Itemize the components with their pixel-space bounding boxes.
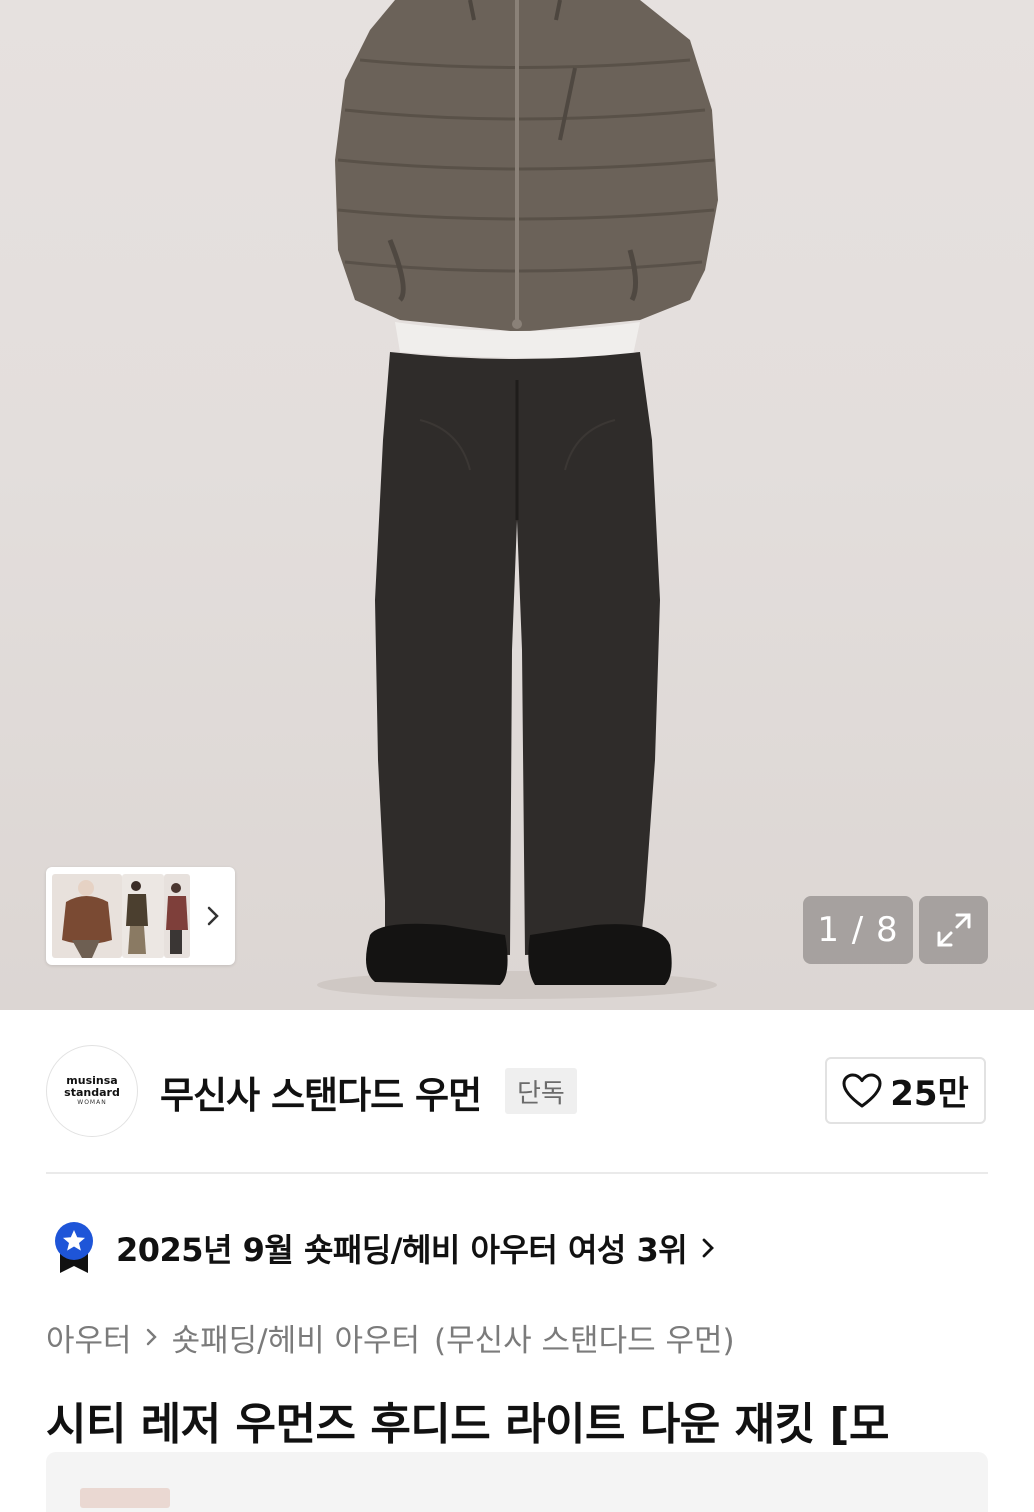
related-product-card[interactable] xyxy=(46,1452,988,1512)
ranking-link[interactable]: 2025년 9월 숏패딩/헤비 아우터 여성 3위 xyxy=(52,1220,715,1276)
brand-logo-line2: standard xyxy=(64,1085,120,1099)
brand-logo-line3: WOMAN xyxy=(77,1099,107,1107)
section-divider xyxy=(46,1172,988,1174)
thumbnail-1[interactable] xyxy=(52,874,122,958)
thumbnail-3[interactable] xyxy=(164,874,190,958)
brand-logo[interactable]: musinsa standard WOMAN xyxy=(46,1045,138,1137)
chevron-right-icon xyxy=(146,1327,158,1347)
breadcrumb-brand[interactable]: (무신사 스탠다드 우먼) xyxy=(434,1315,735,1360)
like-count: 25만 xyxy=(890,1074,969,1114)
heart-icon xyxy=(842,1073,882,1107)
exclusive-badge: 단독 xyxy=(505,1068,577,1114)
breadcrumb: 아우터 숏패딩/헤비 아우터 (무신사 스탠다드 우먼) xyxy=(46,1312,735,1362)
ranking-text: 2025년 9월 숏패딩/헤비 아우터 여성 3위 xyxy=(116,1231,688,1269)
breadcrumb-outer[interactable]: 아우터 xyxy=(46,1315,132,1360)
star-ribbon-icon xyxy=(55,1222,93,1273)
chevron-right-icon[interactable] xyxy=(201,903,225,929)
product-photo xyxy=(317,0,718,999)
image-counter: 1 / 8 xyxy=(803,896,913,964)
brand-name-link[interactable]: 무신사 스탠다드 우먼 xyxy=(160,1065,482,1119)
related-product-thumbnail xyxy=(80,1488,170,1508)
thumbnail-2[interactable] xyxy=(122,874,164,958)
chevron-right-icon xyxy=(701,1237,715,1259)
thumbnail-strip[interactable] xyxy=(46,867,235,965)
like-button[interactable]: 25만 xyxy=(825,1057,986,1124)
expand-arrows-icon[interactable] xyxy=(919,896,988,964)
product-title: 시티 레저 우먼즈 후디드 라이트 다운 재킷 [모 xyxy=(46,1399,889,1450)
breadcrumb-category[interactable]: 숏패딩/헤비 아우터 xyxy=(172,1315,420,1360)
product-image-gallery[interactable]: 1 / 8 xyxy=(0,0,1034,1010)
